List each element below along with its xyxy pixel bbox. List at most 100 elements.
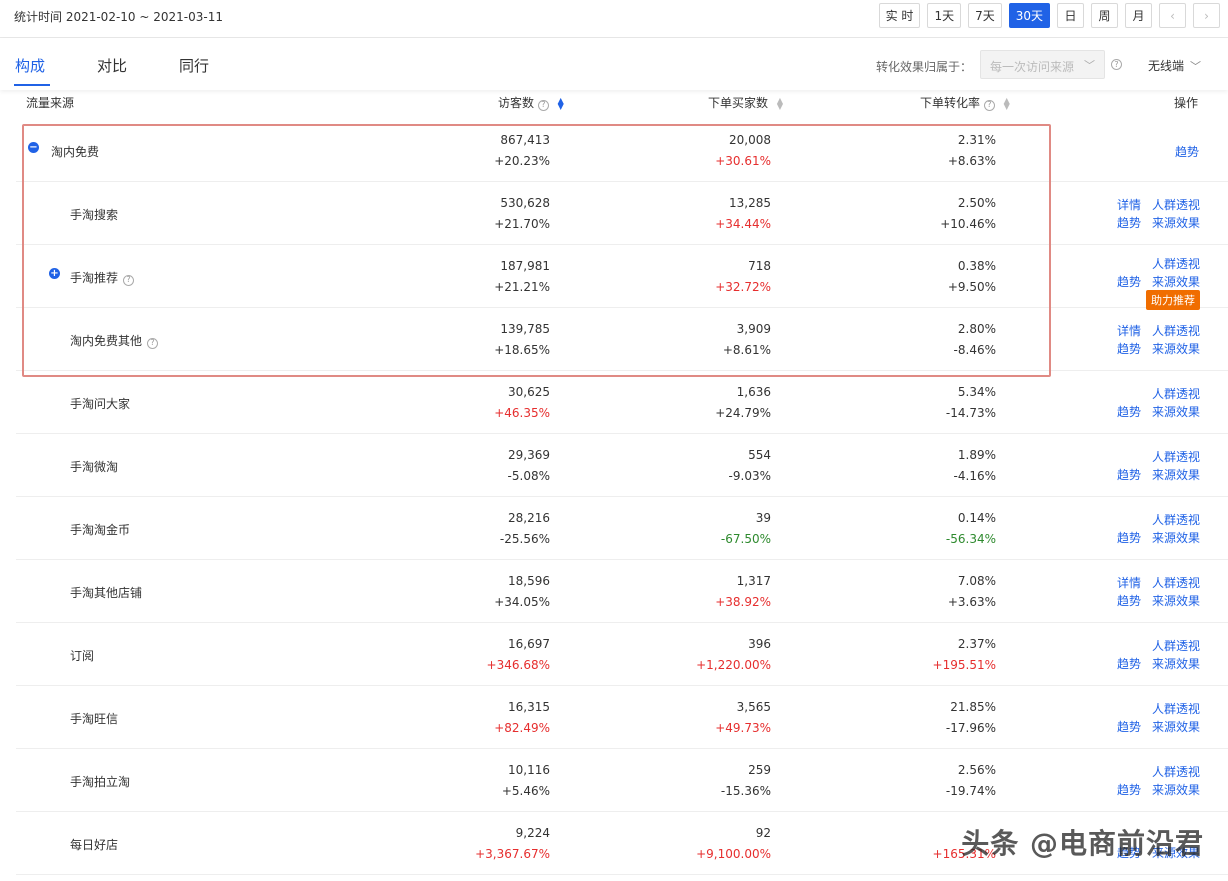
rate-value: 0.14%	[957, 511, 996, 525]
op-trend-link[interactable]: 趋势	[1117, 403, 1141, 420]
watermark: 头条 @电商前沿君	[961, 827, 1204, 860]
help-icon[interactable]: ?	[123, 274, 135, 286]
buyers-change: +34.44%	[715, 217, 771, 231]
tab-composition[interactable]: 构成	[15, 55, 45, 76]
op-crowd-link[interactable]: 人群透视	[1152, 763, 1200, 780]
range-30day-button[interactable]: 30天	[1008, 3, 1050, 28]
help-icon[interactable]: ?	[537, 99, 549, 111]
range-day-button[interactable]: 日	[1057, 3, 1084, 28]
buyers-value: 396	[748, 637, 771, 651]
range-realtime-button[interactable]: 实 时	[878, 3, 921, 28]
op-source-effect-link[interactable]: 来源效果	[1152, 592, 1200, 609]
op-crowd-link[interactable]: 人群透视	[1152, 574, 1200, 591]
op-trend-link[interactable]: 趋势	[1117, 781, 1141, 798]
op-detail-link[interactable]: 详情	[1117, 322, 1141, 339]
range-1day-button[interactable]: 1天	[927, 3, 962, 28]
op-source-effect-link[interactable]: 来源效果	[1152, 273, 1200, 290]
visitors-value: 530,628	[500, 196, 550, 210]
op-crowd-link[interactable]: 人群透视	[1152, 448, 1200, 465]
rate-change: +195.51%	[932, 658, 996, 672]
boost-recommend-badge[interactable]: 助力推荐	[1146, 290, 1200, 310]
op-crowd-link[interactable]: 人群透视	[1152, 322, 1200, 339]
sort-desc-icon[interactable]: ▲ ▼	[558, 96, 564, 110]
expand-icon[interactable]: +	[49, 268, 60, 279]
chevron-left-icon: ‹	[1170, 8, 1175, 23]
op-trend-link[interactable]: 趋势	[1117, 466, 1141, 483]
op-source-effect-link[interactable]: 来源效果	[1152, 655, 1200, 672]
op-crowd-link[interactable]: 人群透视	[1152, 196, 1200, 213]
collapse-icon[interactable]: −	[28, 142, 39, 153]
range-7day-button[interactable]: 7天	[968, 3, 1002, 28]
op-trend-link[interactable]: 趋势	[1117, 592, 1141, 609]
op-crowd-link[interactable]: 人群透视	[1152, 700, 1200, 717]
header-ops: 操作	[1174, 96, 1199, 110]
next-period-button[interactable]: ›	[1193, 3, 1220, 28]
header-visitors-label: 访客数	[498, 96, 535, 110]
help-icon[interactable]: ?	[147, 337, 159, 349]
tab-compare[interactable]: 对比	[97, 55, 127, 76]
buyers-value: 1,636	[736, 385, 771, 399]
help-icon[interactable]: ?	[983, 99, 995, 111]
visitors-change: -25.56%	[499, 532, 550, 546]
buyers-value: 1,317	[736, 574, 771, 588]
header-rate[interactable]: 下单转化率 ? ▲ ▼	[920, 94, 1010, 111]
op-crowd-link[interactable]: 人群透视	[1152, 385, 1200, 402]
source-name-label: 手淘推荐	[70, 271, 119, 285]
op-crowd-link[interactable]: 人群透视	[1152, 255, 1200, 272]
table-row: 手淘旺信 16,315 +82.49% 3,565 +49.73% 21.85% -17.9…	[16, 686, 1228, 749]
visitors-change: +346.68%	[486, 658, 550, 672]
rate-change: -14.73%	[945, 406, 996, 420]
op-crowd-link[interactable]: 人群透视	[1152, 511, 1200, 528]
tab-peers[interactable]: 同行	[179, 55, 209, 76]
op-detail-link[interactable]: 详情	[1117, 196, 1141, 213]
range-month-button[interactable]: 月	[1125, 3, 1152, 28]
device-select[interactable]: 无线端 ﹀	[1148, 57, 1201, 74]
op-source-effect-link[interactable]: 来源效果	[1152, 781, 1200, 798]
visitors-value: 29,369	[508, 448, 550, 462]
header-visitors[interactable]: 访客数 ? ▲ ▼	[498, 94, 564, 111]
op-source-effect-link[interactable]: 来源效果	[1152, 403, 1200, 420]
table-row: + 手淘推荐? 187,981 +21.21% 718 +32.72% 0.38% +9.50…	[16, 245, 1228, 310]
visitors-change: +5.46%	[501, 784, 550, 798]
sort-icon[interactable]: ▲ ▼	[777, 96, 783, 110]
visitors-value: 16,697	[508, 637, 550, 651]
buyers-change: +9,100.00%	[696, 847, 771, 861]
op-trend-link[interactable]: 趋势	[1117, 718, 1141, 735]
help-icon[interactable]: ?	[1111, 59, 1122, 70]
op-source-effect-link[interactable]: 来源效果	[1152, 340, 1200, 357]
range-week-button[interactable]: 周	[1091, 3, 1118, 28]
op-source-effect-link[interactable]: 来源效果	[1152, 214, 1200, 231]
buyers-change: +30.61%	[715, 154, 771, 168]
op-source-effect-link[interactable]: 来源效果	[1152, 718, 1200, 735]
table-row: 手淘搜索 530,628 +21.70% 13,285 +34.44% 2.50% +10.…	[16, 182, 1228, 245]
buyers-value: 92	[755, 826, 771, 840]
op-trend-link[interactable]: 趋势	[1117, 529, 1141, 546]
prev-period-button[interactable]: ‹	[1159, 3, 1186, 28]
buyers-change: +24.79%	[715, 406, 771, 420]
source-name: 手淘淘金币	[70, 521, 130, 538]
header-rate-label: 下单转化率	[920, 96, 981, 110]
op-crowd-link[interactable]: 人群透视	[1152, 637, 1200, 654]
op-trend-link[interactable]: 趋势	[1117, 214, 1141, 231]
sort-icon[interactable]: ▲ ▼	[1004, 96, 1010, 110]
visitors-value: 18,596	[508, 574, 550, 588]
buyers-change: +1,220.00%	[696, 658, 771, 672]
rate-value: 2.37%	[957, 637, 996, 651]
attribution-select-value: 每一次访问来源	[990, 60, 1075, 74]
visitors-change: +3,367.67%	[475, 847, 550, 861]
op-trend-link[interactable]: 趋势	[1175, 143, 1199, 160]
visitors-value: 9,224	[515, 826, 550, 840]
buyers-value: 718	[748, 259, 771, 273]
rate-value: 7.08%	[957, 574, 996, 588]
source-name: 每日好店	[70, 836, 118, 853]
header-buyers[interactable]: 下单买家数 ▲ ▼	[708, 94, 783, 111]
op-detail-link[interactable]: 详情	[1117, 574, 1141, 591]
source-name-label: 手淘其他店铺	[70, 586, 143, 600]
op-source-effect-link[interactable]: 来源效果	[1152, 466, 1200, 483]
op-trend-link[interactable]: 趋势	[1117, 340, 1141, 357]
op-trend-link[interactable]: 趋势	[1117, 273, 1141, 290]
attribution-select[interactable]: 每一次访问来源 ﹀	[980, 50, 1105, 79]
op-source-effect-link[interactable]: 来源效果	[1152, 529, 1200, 546]
op-trend-link[interactable]: 趋势	[1117, 655, 1141, 672]
source-name-label: 手淘淘金币	[70, 523, 131, 537]
